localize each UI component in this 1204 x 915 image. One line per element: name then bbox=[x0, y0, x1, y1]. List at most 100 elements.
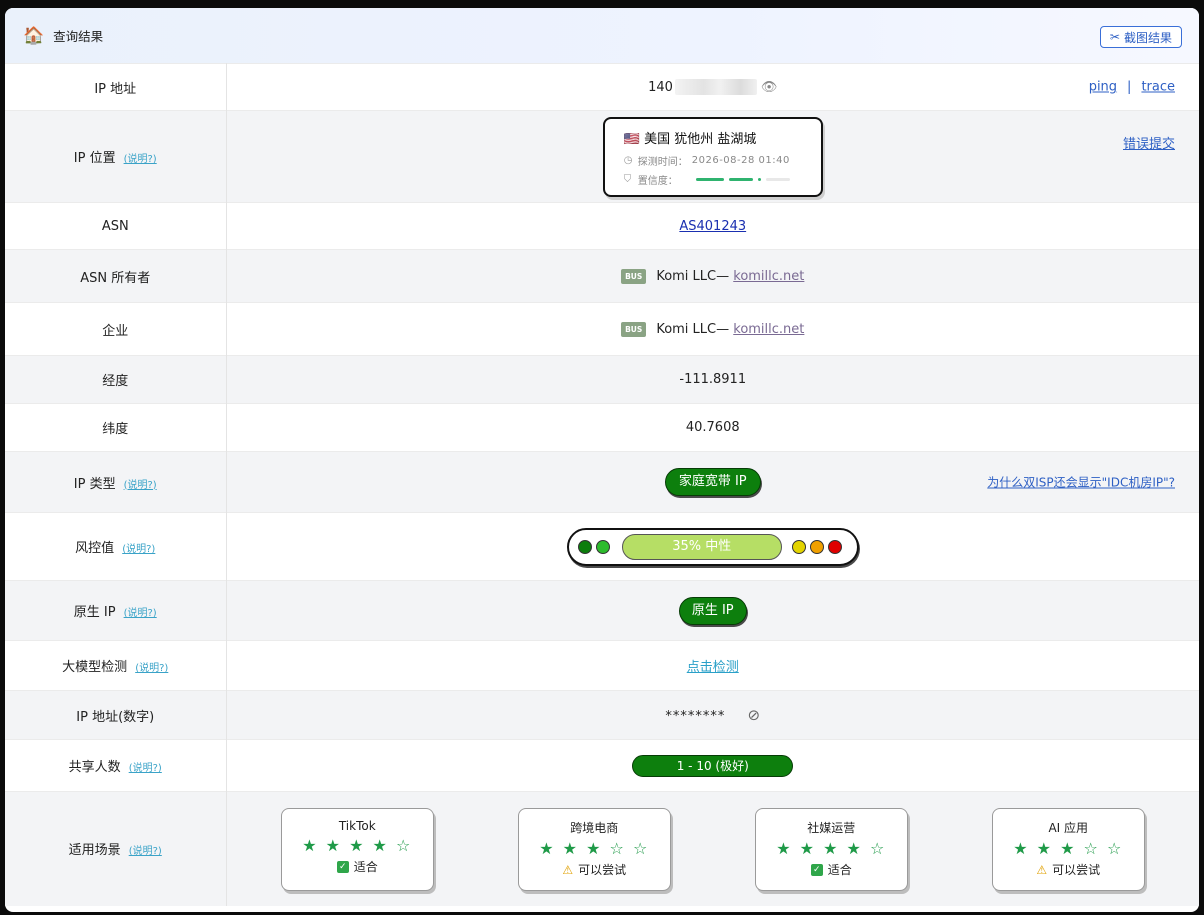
scene-cards: TikTok ★ ★ ★ ★ ☆ ✓ 适合 跨境电商 ★ ★ ★ ☆ ☆ ⚠ 可以尝… bbox=[227, 792, 1200, 905]
latitude-value: 40.7608 bbox=[226, 403, 1199, 452]
row-native: 原生 IP (说明?) 原生 IP bbox=[5, 580, 1199, 641]
scene-verdict: ✓ 适合 bbox=[756, 861, 907, 878]
location-confidence: ⛉ 置信度： bbox=[624, 172, 821, 187]
trace-link[interactable]: trace bbox=[1141, 80, 1175, 95]
llm-help-link[interactable]: (说明?) bbox=[135, 663, 168, 674]
screenshot-button-label: 截图结果 bbox=[1123, 30, 1172, 45]
location-label-cell: IP 位置 (说明?) bbox=[5, 110, 227, 203]
shared-cell: 1 - 10 (极好) bbox=[226, 739, 1199, 792]
location-time: ◷ 探测时间： 2026-08-28 01:40 bbox=[624, 153, 821, 168]
eye-off-icon[interactable]: ⊘ bbox=[748, 706, 761, 724]
risk-label-cell: 风控值 (说明?) bbox=[5, 512, 227, 581]
scenes-help-link[interactable]: (说明?) bbox=[129, 846, 162, 857]
ip-prefix: 140 bbox=[648, 79, 673, 95]
shared-help-link[interactable]: (说明?) bbox=[129, 763, 162, 774]
scene-verdict: ⚠ 可以尝试 bbox=[519, 861, 670, 878]
native-help-link[interactable]: (说明?) bbox=[124, 608, 157, 619]
risk-dot-orange bbox=[809, 539, 824, 554]
dual-isp-link[interactable]: 为什么双ISP还会显示"IDC机房IP"? bbox=[987, 474, 1175, 491]
asn-owner-value: Komi LLC— komillc.net bbox=[656, 269, 804, 284]
shared-label-cell: 共享人数 (说明?) bbox=[5, 739, 227, 792]
scissors-icon: ✂ bbox=[1109, 30, 1120, 44]
scene-name: 跨境电商 bbox=[570, 821, 619, 836]
asn-link[interactable]: AS401243 bbox=[679, 219, 746, 234]
location-card: 🇺🇸 美国 犹他州 盐湖城 ◷ 探测时间： 2026-08-28 01:40 ⛉… bbox=[602, 116, 823, 197]
check-icon: ✓ bbox=[336, 860, 349, 873]
location-place: 🇺🇸 美国 犹他州 盐湖城 bbox=[624, 128, 821, 147]
risk-cell: 35% 中性 bbox=[226, 512, 1199, 581]
scene-name: 社媒运营 bbox=[807, 821, 856, 836]
row-asn: ASN AS401243 bbox=[5, 202, 1199, 250]
warning-icon: ⚠ bbox=[1036, 862, 1048, 877]
asn-label: ASN bbox=[5, 202, 227, 250]
risk-gauge: 35% 中性 bbox=[566, 527, 859, 566]
native-label: 原生 IP bbox=[73, 605, 116, 620]
location-help-link[interactable]: (说明?) bbox=[124, 154, 157, 165]
company-cell: BUS Komi LLC— komillc.net bbox=[226, 302, 1199, 356]
ip-type-help-link[interactable]: (说明?) bbox=[124, 480, 157, 491]
ping-link[interactable]: ping bbox=[1089, 80, 1117, 95]
result-panel: 🏠 查询结果 ✂ 截图结果 IP 地址 140 👁 ping | trace I… bbox=[5, 8, 1199, 912]
ip-type-badge: 家庭宽带 IP bbox=[664, 468, 761, 496]
row-asn-owner: ASN 所有者 BUS Komi LLC— komillc.net bbox=[5, 249, 1199, 303]
business-badge: BUS bbox=[621, 321, 647, 337]
scene-card-ecommerce: 跨境电商 ★ ★ ★ ☆ ☆ ⚠ 可以尝试 bbox=[517, 808, 671, 892]
location-confidence-label: 置信度： bbox=[637, 175, 678, 187]
confidence-segment-1 bbox=[695, 177, 724, 181]
location-place-text: 美国 犹他州 盐湖城 bbox=[644, 131, 757, 147]
location-value-cell: 🇺🇸 美国 犹他州 盐湖城 ◷ 探测时间： 2026-08-28 01:40 ⛉… bbox=[226, 110, 1199, 203]
row-ip-number: IP 地址(数字) ******** ⊘ bbox=[5, 690, 1199, 740]
row-scenes: 适用场景 (说明?) TikTok ★ ★ ★ ★ ☆ ✓ 适合 跨境电商 ★ ★ … bbox=[5, 791, 1200, 906]
scene-card-ai: AI 应用 ★ ★ ★ ☆ ☆ ⚠ 可以尝试 bbox=[991, 808, 1145, 892]
row-company: 企业 BUS Komi LLC— komillc.net bbox=[5, 302, 1199, 356]
scene-verdict: ✓ 适合 bbox=[282, 858, 433, 875]
risk-help-link[interactable]: (说明?) bbox=[122, 544, 155, 555]
risk-dot-green bbox=[595, 539, 610, 554]
location-time-label: 探测时间： bbox=[637, 156, 688, 168]
scenes-label-cell: 适用场景 (说明?) bbox=[5, 791, 227, 906]
ip-tools: ping | trace bbox=[1089, 80, 1175, 95]
ip-value: 140 👁 bbox=[648, 79, 777, 95]
scene-card-social: 社媒运营 ★ ★ ★ ★ ☆ ✓ 适合 bbox=[754, 808, 908, 892]
screenshot-button[interactable]: ✂ 截图结果 bbox=[1099, 26, 1182, 48]
company-value: Komi LLC— komillc.net bbox=[656, 322, 804, 337]
clock-icon: ◷ bbox=[623, 154, 633, 166]
ip-type-cell: 家庭宽带 IP 为什么双ISP还会显示"IDC机房IP"? bbox=[226, 451, 1199, 513]
window-frame: 🏠 查询结果 ✂ 截图结果 IP 地址 140 👁 ping | trace I… bbox=[0, 0, 1204, 915]
longitude-label: 经度 bbox=[5, 355, 227, 404]
result-table: IP 地址 140 👁 ping | trace IP 位置 (说明?) 🇺🇸 … bbox=[5, 63, 1199, 906]
scene-verdict-text: 适合 bbox=[353, 860, 378, 875]
confidence-segment-3 bbox=[757, 177, 761, 181]
shared-badge: 1 - 10 (极好) bbox=[632, 754, 794, 777]
row-longitude: 经度 -111.8911 bbox=[5, 355, 1199, 404]
company-label: 企业 bbox=[5, 302, 227, 356]
scene-verdict-text: 适合 bbox=[827, 863, 852, 878]
location-time-value: 2026-08-28 01:40 bbox=[691, 154, 790, 166]
risk-meter: 35% 中性 bbox=[621, 533, 782, 560]
risk-dot-dark-green bbox=[577, 539, 592, 554]
company-domain-link[interactable]: komillc.net bbox=[733, 322, 804, 337]
ip-label: IP 地址 bbox=[5, 63, 227, 111]
ip-number-masked: ******** bbox=[665, 709, 726, 724]
risk-dot-red bbox=[827, 539, 842, 554]
us-flag-icon: 🇺🇸 bbox=[623, 131, 640, 147]
star-rating: ★ ★ ★ ★ ☆ bbox=[776, 839, 887, 859]
scene-name: TikTok bbox=[338, 819, 376, 834]
warning-icon: ⚠ bbox=[562, 862, 574, 877]
confidence-segment-empty bbox=[765, 177, 790, 181]
confidence-segment-2 bbox=[728, 177, 753, 181]
ip-number-cell: ******** ⊘ bbox=[226, 690, 1199, 740]
eye-icon[interactable]: 👁 bbox=[761, 80, 778, 95]
asn-owner-domain-link[interactable]: komillc.net bbox=[733, 269, 804, 284]
shared-label: 共享人数 bbox=[68, 760, 121, 775]
row-shared: 共享人数 (说明?) 1 - 10 (极好) bbox=[5, 739, 1199, 792]
report-error-link[interactable]: 错误提交 bbox=[1123, 133, 1175, 152]
ip-type-label-cell: IP 类型 (说明?) bbox=[5, 451, 227, 513]
check-icon: ✓ bbox=[810, 863, 823, 876]
llm-cell: 点击检测 bbox=[226, 640, 1199, 691]
row-ip-type: IP 类型 (说明?) 家庭宽带 IP 为什么双ISP还会显示"IDC机房IP"? bbox=[5, 451, 1199, 513]
shield-icon: ⛉ bbox=[623, 173, 632, 185]
house-icon: 🏠 bbox=[23, 25, 45, 46]
llm-detect-link[interactable]: 点击检测 bbox=[687, 660, 739, 675]
row-latitude: 纬度 40.7608 bbox=[5, 403, 1199, 452]
